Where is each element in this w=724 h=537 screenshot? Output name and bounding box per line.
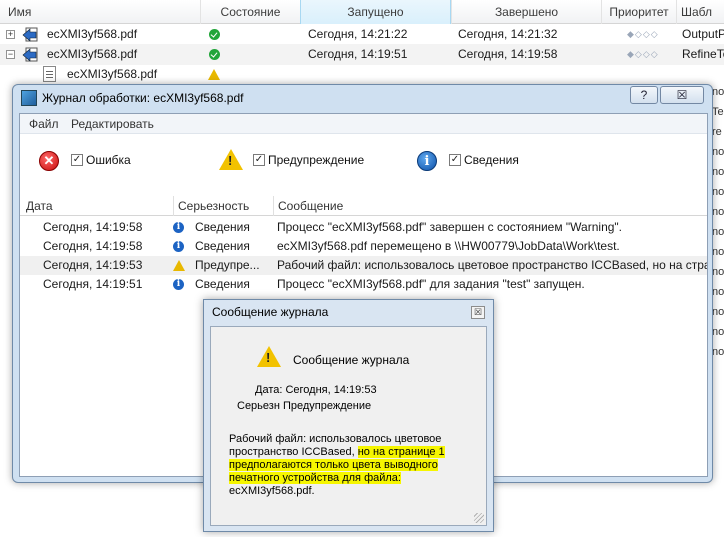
log-severity: Предупре... [195,258,260,272]
template-fragment: no [712,286,724,298]
log-grid-header: Дата Серьезность Сообщение [20,196,707,216]
app-icon [21,90,37,106]
severity-filter-bar: ✕ ✓ Ошибка ✓ Предупреждение i ✓ Сведения [20,134,707,196]
warning-icon [173,260,185,271]
template-fragment: no [712,226,724,238]
log-message: Процесс "ecXMI3yf568.pdf" для задания "t… [277,277,585,291]
log-window-title: Журнал обработки: ecXMI3yf568.pdf [42,91,244,105]
job-list-header: Имя Состояние Запущено Завершено Приорит… [0,0,724,24]
column-message[interactable]: Сообщение [273,196,707,216]
file-name: ecXMI3yf568.pdf [67,67,158,81]
job-template: OutputP [682,27,724,41]
job-finished: Сегодня, 14:21:32 [458,27,558,41]
warning-filter-checkbox[interactable]: ✓ [253,154,265,166]
expand-button[interactable]: + [6,30,15,39]
job-started: Сегодня, 14:21:22 [308,27,408,41]
priority-indicator: ◆◇◇◇ [627,49,659,59]
info-icon: i [173,241,184,252]
log-message-dialog[interactable]: Сообщение журнала ☒ Сообщение журнала Да… [203,299,494,532]
column-template[interactable]: Шабл [676,0,724,24]
column-started[interactable]: Запущено [300,0,451,24]
job-file-row[interactable]: ecXMI3yf568.pdf [0,64,724,85]
log-row[interactable]: Сегодня, 14:19:58 i Сведения ecXMI3yf568… [20,237,707,256]
log-severity: Сведения [195,239,250,253]
info-filter-checkbox[interactable]: ✓ [449,154,461,166]
dialog-date: Дата: Сегодня, 14:19:53 [255,384,377,396]
menu-bar: Файл Редактировать [20,114,707,134]
log-severity: Сведения [195,277,250,291]
resize-grip[interactable] [474,513,484,523]
template-fragment: no [712,206,724,218]
template-fragment: no [712,326,724,338]
dialog-title: Сообщение журнала [212,305,329,319]
collapse-button[interactable]: − [6,50,15,59]
template-fragment: no [712,166,724,178]
column-status[interactable]: Состояние [200,0,300,24]
dialog-content: Сообщение журнала Дата: Сегодня, 14:19:5… [210,326,487,526]
template-fragment: no [712,246,724,258]
warning-icon [219,149,243,170]
info-icon: i [173,222,184,233]
job-icon [22,47,38,62]
dialog-message-text: Рабочий файл: использовалось цветовое пр… [229,433,445,497]
highlighted-text: но на странице 1 [357,446,445,458]
help-button[interactable]: ? [630,86,658,104]
log-message: ecXMI3yf568.pdf перемещено в \\HW00779\J… [277,239,620,253]
priority-indicator: ◆◇◇◇ [627,29,659,39]
column-name[interactable]: Имя [8,0,198,24]
highlighted-text: предполагаются только цвета выводного [229,459,438,471]
column-severity[interactable]: Серьезность [173,196,273,216]
menu-edit[interactable]: Редактировать [71,117,154,131]
error-filter-label: Ошибка [86,153,131,167]
template-fragment: re [712,126,722,138]
column-finished[interactable]: Завершено [451,0,601,24]
template-fragment: Te [712,106,724,118]
log-date: Сегодня, 14:19:51 [43,277,143,291]
status-ok-icon [209,49,220,60]
dialog-heading: Сообщение журнала [293,353,410,367]
job-name: ecXMI3yf568.pdf [47,27,138,41]
job-row[interactable]: + ecXMI3yf568.pdf Сегодня, 14:21:22 Сего… [0,24,724,45]
info-icon: i [417,151,437,171]
info-filter-label: Сведения [464,153,519,167]
error-filter-checkbox[interactable]: ✓ [71,154,83,166]
template-fragment: no [712,306,724,318]
info-icon: i [173,279,184,290]
error-icon: ✕ [39,151,59,171]
job-icon [22,27,38,42]
status-ok-icon [209,29,220,40]
log-window-titlebar[interactable]: Журнал обработки: ecXMI3yf568.pdf ? ☒ [13,85,712,111]
warning-icon [257,346,281,367]
close-button[interactable]: ☒ [660,86,704,104]
menu-file[interactable]: Файл [29,117,59,131]
log-date: Сегодня, 14:19:58 [43,239,143,253]
log-severity: Сведения [195,220,250,234]
job-template: RefineTo [682,47,724,61]
status-warning-icon [208,69,220,80]
job-row[interactable]: − ecXMI3yf568.pdf Сегодня, 14:19:51 Сего… [0,44,724,65]
document-icon [43,66,56,82]
log-row[interactable]: Сегодня, 14:19:51 i Сведения Процесс "ec… [20,275,707,294]
log-message: Процесс "ecXMI3yf568.pdf" завершен с сос… [277,220,623,234]
log-row[interactable]: Сегодня, 14:19:58 i Сведения Процесс "ec… [20,218,707,237]
template-fragment: no [712,186,724,198]
log-row-selected[interactable]: Сегодня, 14:19:53 Предупре... Рабочий фа… [20,256,707,275]
column-priority[interactable]: Приоритет [601,0,676,24]
template-fragment: no [712,266,724,278]
column-date[interactable]: Дата [22,196,172,216]
job-finished: Сегодня, 14:19:58 [458,47,558,61]
warning-filter-label: Предупреждение [268,153,365,167]
template-fragment: no [712,346,724,358]
job-name: ecXMI3yf568.pdf [47,47,138,61]
dialog-severity: Серьезн Предупреждение [237,400,372,412]
log-date: Сегодня, 14:19:53 [43,258,143,272]
template-fragment: no [712,86,724,98]
job-started: Сегодня, 14:19:51 [308,47,408,61]
log-date: Сегодня, 14:19:58 [43,220,143,234]
log-message: Рабочий файл: использовалось цветовое пр… [277,258,707,272]
dialog-close-button[interactable]: ☒ [471,306,485,319]
highlighted-text: печатного устройства для файла: [229,472,401,484]
template-fragment: no [712,146,724,158]
